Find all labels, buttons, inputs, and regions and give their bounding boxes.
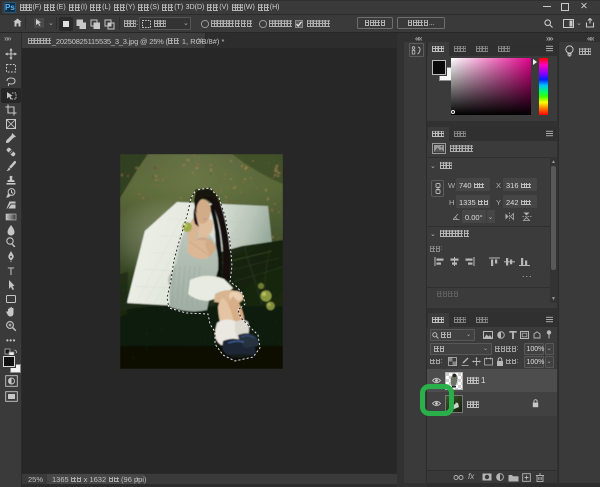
svg-text:T: T	[8, 266, 15, 277]
